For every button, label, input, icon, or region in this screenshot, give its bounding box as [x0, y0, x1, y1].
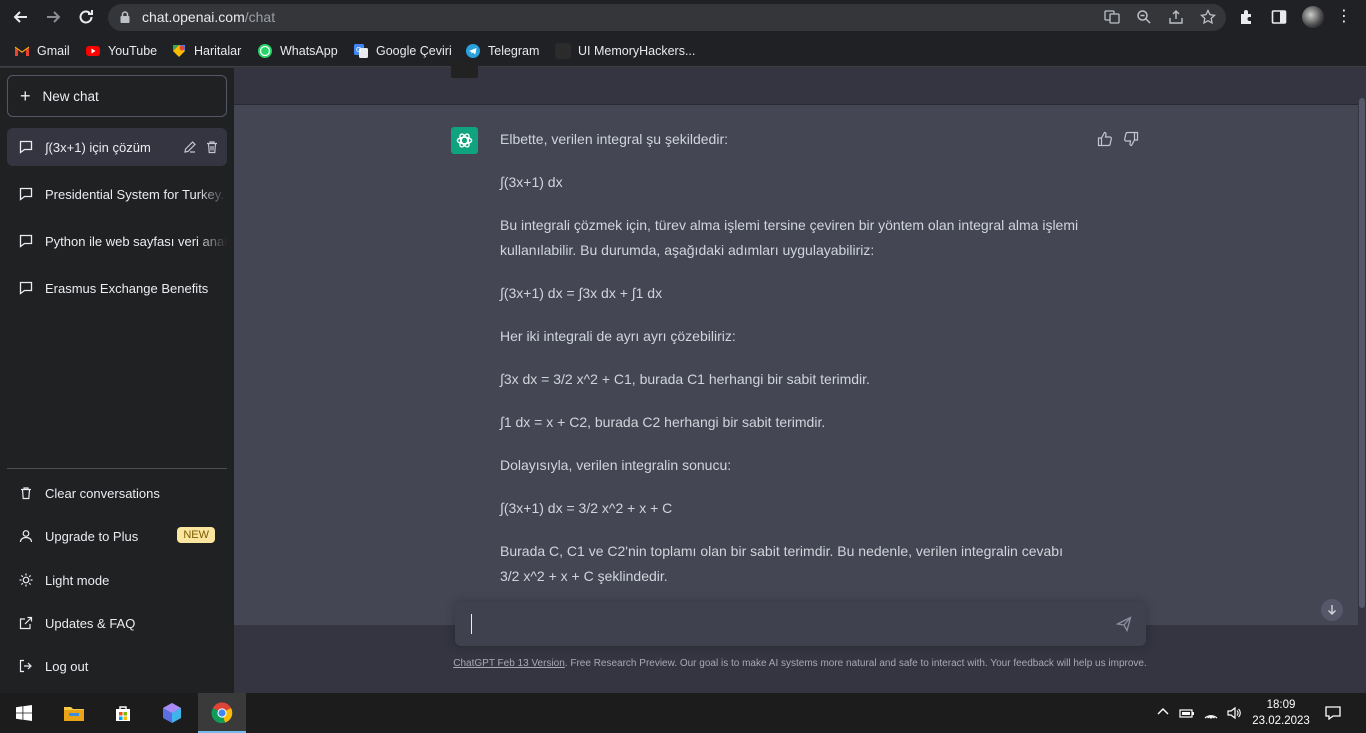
zoom-icon[interactable]	[1135, 9, 1153, 27]
bookmark-memoryhackers[interactable]: UI MemoryHackers...	[555, 42, 695, 60]
menu-icon[interactable]: ⋮	[1336, 7, 1352, 27]
bookmark-gmail[interactable]: Gmail	[14, 42, 70, 60]
conversation-item[interactable]: ∫(3x+1) için çözüm	[7, 128, 227, 166]
log-out-button[interactable]: Log out	[7, 647, 227, 685]
message-paragraph: ∫(3x+1) dx = ∫3x dx + ∫1 dx	[500, 285, 663, 301]
chat-bubble-icon	[19, 234, 33, 248]
conversation-item[interactable]: Python ile web sayfası veri anal	[7, 222, 227, 260]
chat-bubble-icon	[19, 187, 33, 201]
footer-disclaimer: ChatGPT Feb 13 Version. Free Research Pr…	[453, 658, 1147, 669]
message-paragraph: ∫1 dx = x + C2, burada C2 herhangi bir s…	[500, 414, 826, 430]
external-link-icon	[19, 616, 33, 630]
svg-text:G: G	[356, 47, 361, 54]
bookmark-youtube[interactable]: YouTube	[85, 42, 157, 60]
message-paragraph: Burada C, C1 ve C2'nin toplamı olan bir …	[500, 543, 1063, 584]
user-avatar	[451, 60, 478, 78]
trash-icon	[19, 486, 33, 500]
windows-start-icon[interactable]	[0, 693, 48, 733]
telegram-icon	[465, 43, 481, 59]
system-clock[interactable]: 18:09 23.02.2023	[1250, 697, 1312, 729]
conversation-item[interactable]: Presidential System for Turkey.	[7, 175, 227, 213]
lock-icon[interactable]	[118, 10, 132, 24]
clear-conversations-button[interactable]: Clear conversations	[7, 474, 227, 512]
address-bar[interactable]: chat.openai.com/chat	[108, 4, 1226, 31]
reload-icon[interactable]	[76, 7, 96, 27]
translate-icon: G	[353, 43, 369, 59]
thumbs-up-icon[interactable]	[1097, 131, 1113, 147]
maps-icon	[171, 43, 187, 59]
message-input[interactable]	[455, 602, 1146, 646]
bookmark-maps[interactable]: Haritalar	[171, 42, 241, 60]
new-chat-button[interactable]: + New chat	[7, 75, 227, 117]
conversation-item[interactable]: Erasmus Exchange Benefits	[7, 269, 227, 307]
fade-overlay	[197, 175, 227, 213]
user-icon	[19, 529, 33, 543]
share-icon[interactable]	[1167, 9, 1185, 27]
fade-overlay	[197, 222, 227, 260]
windows-taskbar: 18:09 23.02.2023	[0, 693, 1366, 733]
sidepanel-icon[interactable]	[1270, 8, 1288, 26]
text-caret	[471, 614, 472, 634]
message-paragraph: Her iki integrali de ayrı ayrı çözebilir…	[500, 328, 736, 344]
message-paragraph: ∫(3x+1) dx = 3/2 x^2 + x + C	[500, 500, 673, 516]
message-paragraph: Bu integrali çözmek için, türev alma işl…	[500, 217, 1079, 258]
upgrade-to-plus-button[interactable]: Upgrade to Plus NEW	[7, 517, 227, 555]
bookmark-whatsapp[interactable]: WhatsApp	[257, 42, 338, 60]
youtube-icon	[85, 43, 101, 59]
url-text[interactable]: chat.openai.com/chat	[142, 9, 275, 25]
translate-icon[interactable]	[1103, 9, 1121, 27]
scrollbar-thumb[interactable]	[1359, 98, 1365, 608]
extensions-icon[interactable]	[1238, 8, 1256, 26]
scrollbar[interactable]	[1358, 68, 1366, 693]
logout-icon	[19, 659, 33, 673]
site-icon	[555, 43, 571, 59]
chat-bubble-icon	[19, 140, 33, 154]
whatsapp-icon	[257, 43, 273, 59]
assistant-message: Elbette, verilen integral şu şekildedir:…	[500, 127, 1080, 607]
notification-icon[interactable]	[1324, 704, 1342, 722]
plus-icon: +	[20, 86, 31, 106]
user-message-row	[234, 60, 1358, 105]
battery-icon[interactable]	[1179, 705, 1195, 721]
chat-main: Elbette, verilen integral şu şekildedir:…	[234, 60, 1366, 693]
scroll-to-bottom-button[interactable]	[1321, 599, 1343, 621]
light-mode-button[interactable]: Light mode	[7, 561, 227, 599]
star-icon[interactable]	[1199, 8, 1217, 27]
chevron-up-icon[interactable]	[1155, 705, 1171, 721]
chrome-icon[interactable]	[198, 693, 246, 733]
send-icon[interactable]	[1115, 616, 1132, 633]
bookmark-google-translate[interactable]: G Google Çeviri	[353, 42, 452, 60]
sun-icon	[19, 573, 33, 587]
wifi-icon[interactable]	[1203, 705, 1219, 721]
thumbs-down-icon[interactable]	[1123, 131, 1139, 147]
message-paragraph: Elbette, verilen integral şu şekildedir:	[500, 131, 729, 147]
back-icon[interactable]	[11, 7, 31, 27]
bookmarks-bar: Gmail YouTube Haritalar WhatsApp G Googl…	[0, 34, 1366, 67]
file-explorer-icon[interactable]	[50, 693, 98, 733]
assistant-message-row: Elbette, verilen integral şu şekildedir:…	[234, 105, 1358, 625]
chat-bubble-icon	[19, 281, 33, 295]
store-icon[interactable]	[99, 693, 147, 733]
profile-avatar[interactable]	[1302, 6, 1324, 28]
bookmark-telegram[interactable]: Telegram	[465, 42, 539, 60]
sidebar-divider	[7, 468, 227, 469]
app-icon[interactable]	[148, 693, 196, 733]
gmail-icon	[14, 43, 30, 59]
version-link[interactable]: ChatGPT Feb 13 Version	[453, 658, 565, 669]
forward-icon[interactable]	[43, 7, 63, 27]
message-paragraph: Dolayısıyla, verilen integralin sonucu:	[500, 457, 732, 473]
updates-faq-link[interactable]: Updates & FAQ	[7, 604, 227, 642]
trash-icon[interactable]	[205, 140, 219, 154]
message-paragraph: ∫(3x+1) dx	[500, 174, 563, 190]
sidebar: + New chat ∫(3x+1) için çözüm Presidenti…	[0, 68, 234, 693]
new-badge: NEW	[177, 527, 215, 543]
volume-icon[interactable]	[1226, 705, 1242, 721]
edit-icon[interactable]	[183, 140, 197, 154]
chatgpt-logo-icon	[451, 127, 478, 154]
message-paragraph: ∫3x dx = 3/2 x^2 + C1, burada C1 herhang…	[500, 371, 870, 387]
browser-toolbar: chat.openai.com/chat ⋮	[0, 0, 1366, 34]
